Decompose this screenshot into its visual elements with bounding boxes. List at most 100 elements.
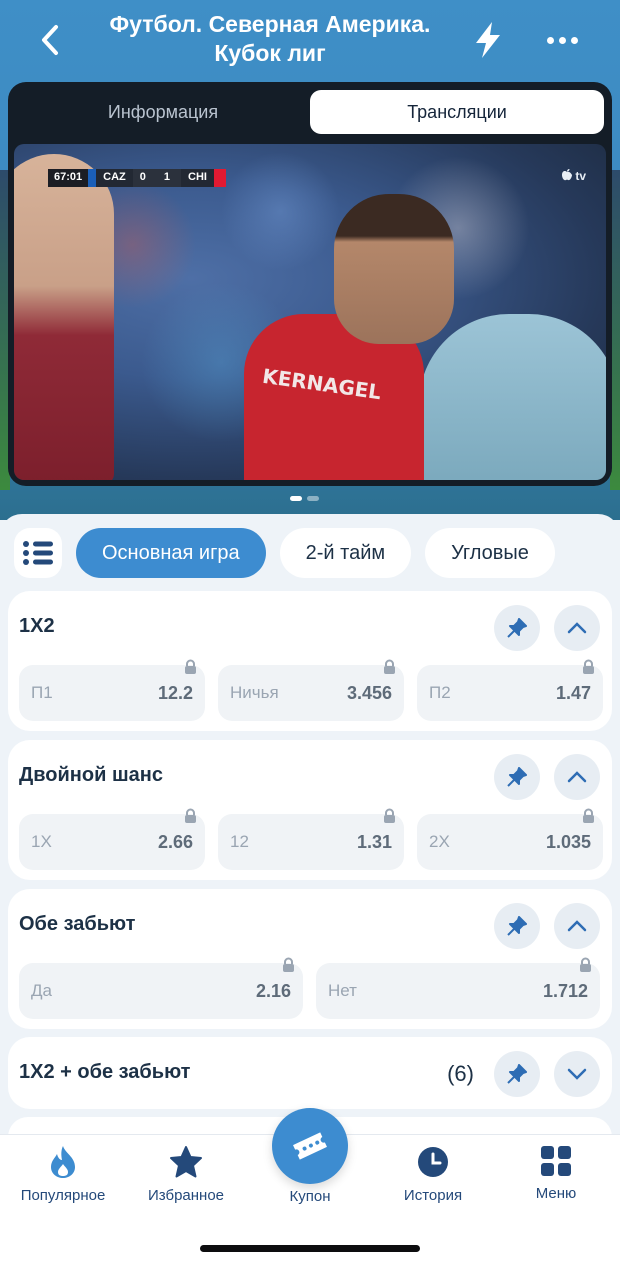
tab-info[interactable]: Информация [16, 90, 310, 134]
odd-button[interactable]: П1 12.2 [19, 659, 205, 721]
market-card: Двойной шанс 1X 2.66 12 1.31 2X 1.035 [8, 740, 612, 880]
odd-value: 2.66 [157, 831, 193, 852]
home-color [88, 169, 97, 187]
grid-icon [541, 1146, 571, 1176]
odd-button[interactable]: 12 1.31 [218, 808, 404, 870]
market-list-button[interactable] [14, 528, 62, 578]
tab-streams[interactable]: Трансляции [310, 90, 604, 134]
market-title: Двойной шанс [19, 764, 163, 786]
home-team: CAZ [96, 169, 133, 187]
away-team: CHI [181, 169, 214, 187]
odds-row: 1X 2.66 12 1.31 2X 1.035 [19, 808, 603, 870]
market-card: Обе забьют Да 2.16 Нет 1.712 [8, 889, 612, 1029]
chip-main-game[interactable]: Основная игра [76, 528, 266, 578]
carousel-pager [290, 496, 319, 501]
chevron-left-icon [42, 25, 58, 55]
broadcaster-logo: tv [561, 169, 586, 183]
odd-button[interactable]: Да 2.16 [19, 957, 303, 1019]
odd-label: 2X [429, 832, 450, 851]
pin-icon [507, 916, 527, 936]
broadcaster-name: tv [575, 169, 586, 183]
market-card: 1X2 П1 12.2 Ничья 3.456 П2 1.47 [8, 591, 612, 731]
star-icon [170, 1146, 202, 1178]
odd-button[interactable]: 1X 2.66 [19, 808, 205, 870]
header: Футбол. Северная Америка. Кубок лиг [0, 0, 620, 80]
fire-icon [51, 1146, 75, 1178]
page-title: Футбол. Северная Америка. Кубок лиг [109, 11, 431, 66]
lock-icon [384, 659, 395, 674]
odd-button[interactable]: 2X 1.035 [417, 808, 603, 870]
tab-history[interactable]: История [378, 1145, 488, 1204]
odd-label: Да [31, 981, 52, 1000]
lightning-icon [476, 22, 500, 58]
tab-popular[interactable]: Популярное [8, 1145, 118, 1204]
chevron-up-icon [567, 622, 587, 634]
odd-value: 1.31 [356, 831, 392, 852]
market-count: (6) [447, 1061, 474, 1086]
odd-value: 1.035 [545, 831, 591, 852]
tab-menu[interactable]: Меню [501, 1145, 611, 1202]
broadcast-tabs: Информация Трансляции [16, 90, 604, 134]
market-title: 1X2 + обе забьют [19, 1061, 191, 1083]
odd-value: 1.47 [555, 682, 591, 703]
scoreboard: 67:01 CAZ 0 1 CHI [48, 169, 226, 187]
pager-dot-active [290, 496, 302, 501]
home-score: 0 [132, 169, 157, 187]
odd-label: П1 [31, 683, 53, 702]
tab-label: Меню [535, 1185, 577, 1202]
pager-dot [307, 496, 319, 501]
pin-button[interactable] [494, 754, 540, 800]
chevron-down-icon [567, 1068, 587, 1080]
pin-icon [507, 1064, 527, 1084]
video-player[interactable]: KERNAGEL 67:01 CAZ 0 1 CHI tv [14, 144, 606, 480]
lock-icon [384, 808, 395, 823]
pin-button[interactable] [494, 903, 540, 949]
odd-value: 1.712 [542, 980, 588, 1001]
odd-button[interactable]: Нет 1.712 [316, 957, 600, 1019]
back-button[interactable] [30, 20, 70, 60]
odd-label: Нет [328, 981, 357, 1000]
clock-icon [418, 1147, 448, 1177]
chip-second-half[interactable]: 2-й тайм [279, 528, 412, 578]
pin-button[interactable] [494, 1051, 540, 1097]
odd-label: 1X [31, 832, 52, 851]
quick-bet-button[interactable] [468, 18, 508, 62]
coupon-label: Купон [289, 1188, 331, 1205]
odd-value: 2.16 [255, 980, 291, 1001]
collapse-button[interactable] [554, 903, 600, 949]
odd-value: 3.456 [346, 682, 392, 703]
market-title: Обе забьют [19, 913, 136, 935]
collapse-button[interactable] [554, 754, 600, 800]
tab-favorites[interactable]: Избранное [131, 1145, 241, 1204]
tab-label: История [403, 1187, 463, 1204]
market-title: 1X2 [19, 615, 55, 637]
odds-row: П1 12.2 Ничья 3.456 П2 1.47 [19, 659, 603, 721]
match-time: 67:01 [48, 169, 89, 187]
ticket-icon [293, 1132, 327, 1160]
away-color [213, 169, 226, 187]
market-filter-chips: Основная игра 2-й тайм Угловые [14, 528, 555, 578]
tab-label: Избранное [147, 1187, 225, 1204]
broadcast-card: Информация Трансляции KERNAGEL 67:01 CAZ… [8, 82, 612, 486]
odd-label: Ничья [230, 683, 279, 702]
odd-label: П2 [429, 683, 451, 702]
video-player-left [14, 154, 114, 480]
collapse-button[interactable] [554, 605, 600, 651]
lock-icon [583, 808, 594, 823]
pin-button[interactable] [494, 605, 540, 651]
lock-icon [580, 957, 591, 972]
coupon-button[interactable] [272, 1108, 348, 1184]
home-indicator [200, 1245, 420, 1252]
expand-button[interactable] [554, 1051, 600, 1097]
more-button[interactable] [540, 22, 584, 58]
lock-icon [185, 808, 196, 823]
chevron-up-icon [567, 771, 587, 783]
odd-button[interactable]: П2 1.47 [417, 659, 603, 721]
video-player-center-head [334, 194, 454, 344]
odds-row: Да 2.16 Нет 1.712 [19, 957, 600, 1019]
lock-icon [283, 957, 294, 972]
lock-icon [583, 659, 594, 674]
chip-corners[interactable]: Угловые [425, 528, 555, 578]
odd-button[interactable]: Ничья 3.456 [218, 659, 404, 721]
more-icon [546, 36, 554, 44]
